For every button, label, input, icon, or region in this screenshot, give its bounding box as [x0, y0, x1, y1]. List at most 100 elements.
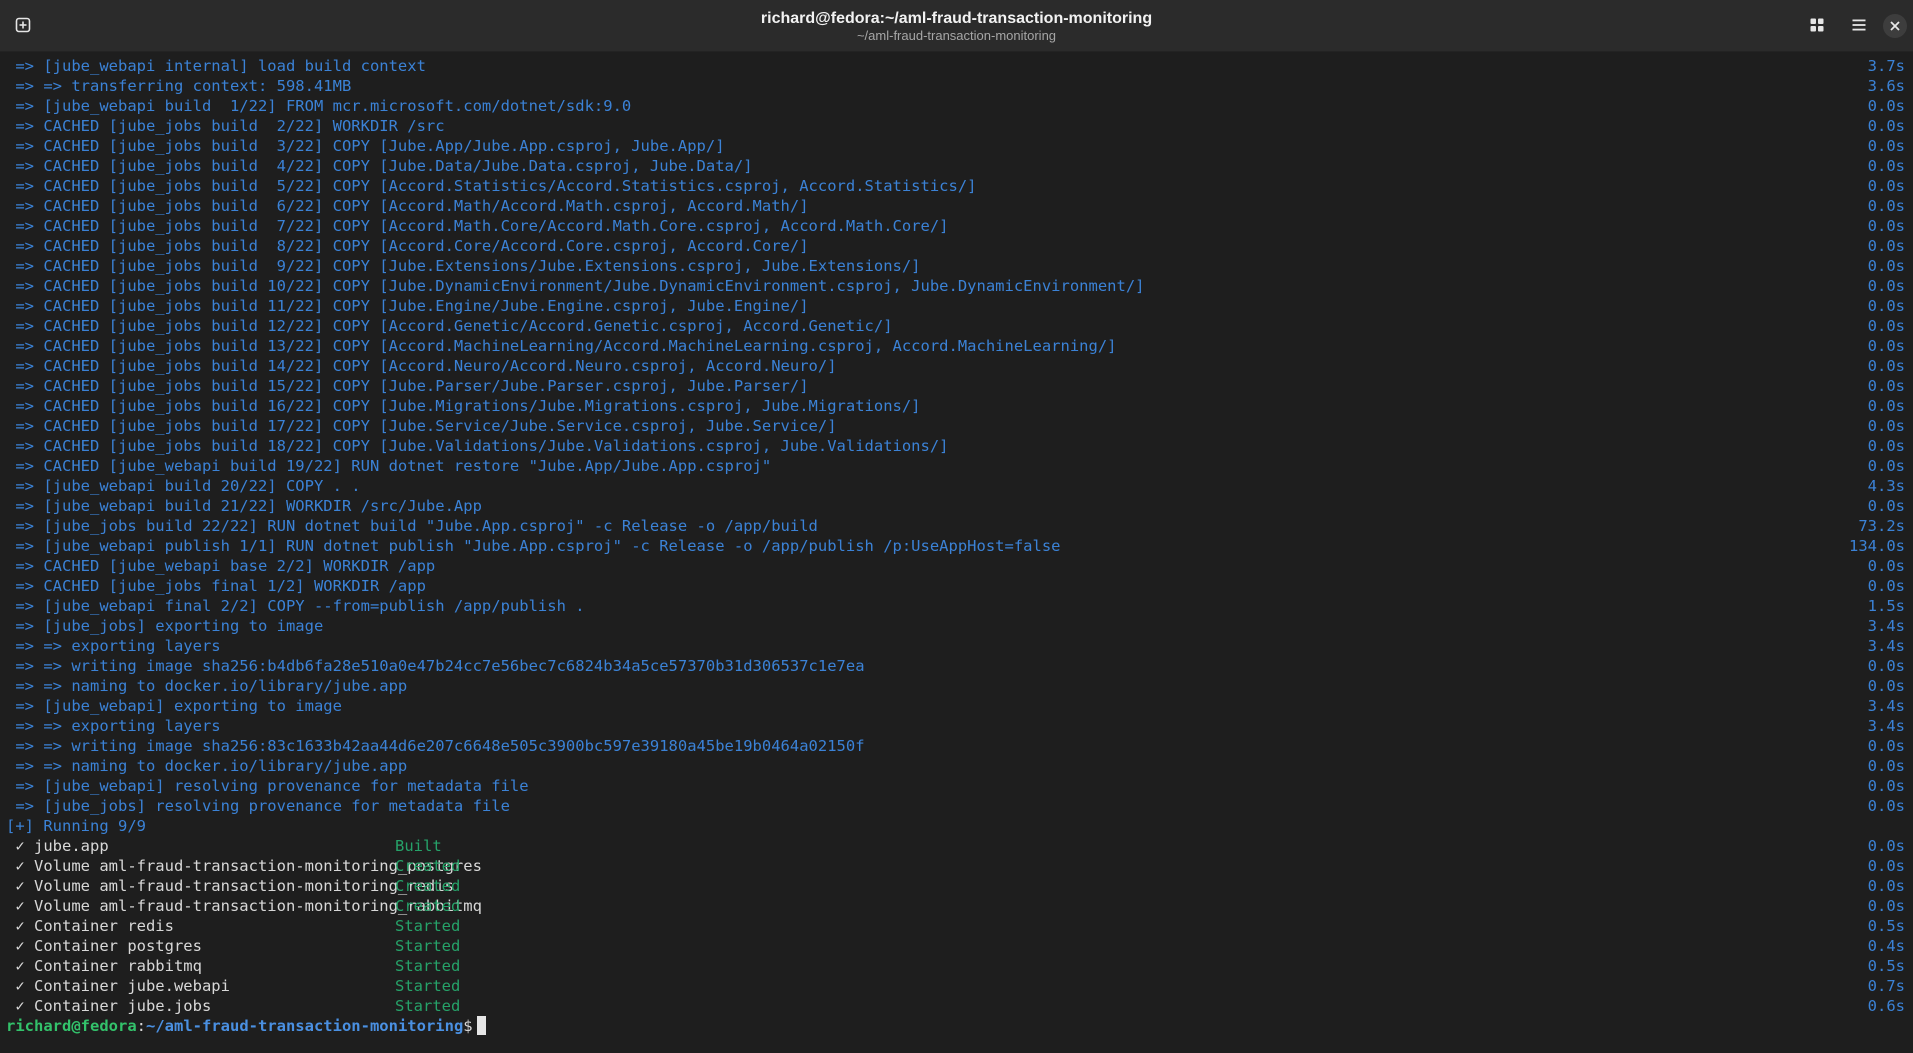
- window-titlebar: richard@fedora:~/aml-fraud-transaction-m…: [0, 0, 1913, 52]
- log-text: => [jube_webapi final 2/2] COPY --from=p…: [6, 597, 585, 615]
- log-duration: 0.0s: [1867, 437, 1905, 455]
- log-text: => CACHED [jube_jobs build 17/22] COPY […: [6, 417, 837, 435]
- log-duration: 1.5s: [1867, 597, 1905, 615]
- resource-duration: 0.0s: [1867, 897, 1905, 915]
- log-duration: 134.0s: [1849, 537, 1905, 555]
- build-log-line: => [jube_webapi internal] load build con…: [6, 56, 1905, 76]
- resource-status: Started: [395, 937, 461, 955]
- resource-name: ✓ Container jube.webapi: [6, 977, 230, 995]
- log-duration: 3.4s: [1867, 717, 1905, 735]
- build-log-line: => CACHED [jube_jobs build 2/22] WORKDIR…: [6, 116, 1905, 136]
- log-duration: 0.0s: [1867, 397, 1905, 415]
- resource-name: ✓ Container rabbitmq: [6, 957, 202, 975]
- log-duration: 0.0s: [1867, 317, 1905, 335]
- build-log-line: => [jube_jobs build 22/22] RUN dotnet bu…: [6, 516, 1905, 536]
- log-duration: 0.0s: [1867, 197, 1905, 215]
- build-log-line: => => exporting layers 3.4s: [6, 636, 1905, 656]
- log-duration: 0.0s: [1867, 177, 1905, 195]
- build-log-line: => CACHED [jube_jobs build 15/22] COPY […: [6, 376, 1905, 396]
- build-log-line: => CACHED [jube_jobs build 10/22] COPY […: [6, 276, 1905, 296]
- log-duration: 0.0s: [1867, 237, 1905, 255]
- log-text: => CACHED [jube_jobs build 5/22] COPY [A…: [6, 177, 977, 195]
- text-cursor: [476, 1016, 486, 1035]
- log-text: => CACHED [jube_jobs build 10/22] COPY […: [6, 277, 1145, 295]
- log-text: => CACHED [jube_jobs build 2/22] WORKDIR…: [6, 117, 445, 135]
- build-log-line: => => writing image sha256:b4db6fa28e510…: [6, 656, 1905, 676]
- prompt-symbol: $: [463, 1017, 473, 1035]
- close-button[interactable]: [1883, 14, 1907, 38]
- window-title-area: richard@fedora:~/aml-fraud-transaction-m…: [0, 9, 1913, 44]
- resource-name: ✓ Volume aml-fraud-transaction-monitorin…: [6, 877, 454, 895]
- resource-line: ✓ Container jube.jobs Started 0.6s: [6, 996, 1905, 1016]
- build-log-line: => [jube_webapi publish 1/1] RUN dotnet …: [6, 536, 1905, 556]
- resource-status: Started: [395, 957, 461, 975]
- log-text: => CACHED [jube_jobs build 14/22] COPY […: [6, 357, 837, 375]
- log-duration: 0.0s: [1867, 497, 1905, 515]
- log-duration: 0.0s: [1867, 297, 1905, 315]
- resource-duration: 0.0s: [1867, 837, 1905, 855]
- log-text: => => naming to docker.io/library/jube.a…: [6, 677, 408, 695]
- log-text: => => writing image sha256:83c1633b42aa4…: [6, 737, 865, 755]
- log-text: => CACHED [jube_jobs build 6/22] COPY [A…: [6, 197, 809, 215]
- terminal-output[interactable]: => [jube_webapi internal] load build con…: [0, 54, 1913, 1053]
- log-duration: 0.0s: [1867, 357, 1905, 375]
- log-text: => [jube_webapi build 1/22] FROM mcr.mic…: [6, 97, 632, 115]
- log-text: => CACHED [jube_jobs build 18/22] COPY […: [6, 437, 949, 455]
- log-text: => CACHED [jube_webapi base 2/2] WORKDIR…: [6, 557, 436, 575]
- resource-line: ✓ Container jube.webapi Started 0.7s: [6, 976, 1905, 996]
- build-log-line: => CACHED [jube_jobs build 4/22] COPY [J…: [6, 156, 1905, 176]
- log-duration: 0.0s: [1867, 777, 1905, 795]
- log-text: => CACHED [jube_jobs build 4/22] COPY [J…: [6, 157, 753, 175]
- build-log-line: => CACHED [jube_jobs final 1/2] WORKDIR …: [6, 576, 1905, 596]
- build-log-line: => CACHED [jube_jobs build 6/22] COPY [A…: [6, 196, 1905, 216]
- log-duration: 0.0s: [1867, 257, 1905, 275]
- log-duration: 0.0s: [1867, 137, 1905, 155]
- log-duration: 4.3s: [1867, 477, 1905, 495]
- running-header: [+] Running 9/9: [6, 817, 146, 835]
- resource-duration: 0.0s: [1867, 857, 1905, 875]
- build-log-line: => CACHED [jube_jobs build 8/22] COPY [A…: [6, 236, 1905, 256]
- resource-name: ✓ Container redis: [6, 917, 174, 935]
- log-text: => => naming to docker.io/library/jube.a…: [6, 757, 408, 775]
- resource-duration: 0.0s: [1867, 877, 1905, 895]
- log-text: => CACHED [jube_jobs build 3/22] COPY [J…: [6, 137, 725, 155]
- log-duration: 0.0s: [1867, 737, 1905, 755]
- log-duration: 0.0s: [1867, 157, 1905, 175]
- resource-duration: 0.7s: [1867, 977, 1905, 995]
- log-text: => [jube_webapi build 21/22] WORKDIR /sr…: [6, 497, 482, 515]
- hamburger-menu-icon: [1852, 19, 1866, 31]
- build-log-line: => [jube_webapi build 21/22] WORKDIR /sr…: [6, 496, 1905, 516]
- resource-status: Built: [395, 837, 442, 855]
- build-log-line: => => naming to docker.io/library/jube.a…: [6, 756, 1905, 776]
- log-text: => => exporting layers: [6, 637, 221, 655]
- log-duration: 3.4s: [1867, 697, 1905, 715]
- log-duration: 0.0s: [1867, 277, 1905, 295]
- log-duration: 0.0s: [1867, 757, 1905, 775]
- build-log-line: => CACHED [jube_jobs build 14/22] COPY […: [6, 356, 1905, 376]
- resource-line: ✓ Container redis Started 0.5s: [6, 916, 1905, 936]
- resource-line: ✓ Volume aml-fraud-transaction-monitorin…: [6, 876, 1905, 896]
- prompt-line[interactable]: richard@fedora:~/aml-fraud-transaction-m…: [6, 1016, 1905, 1036]
- log-text: => [jube_webapi internal] load build con…: [6, 57, 426, 75]
- log-duration: 0.0s: [1867, 457, 1905, 475]
- main-menu-button[interactable]: [1844, 10, 1874, 40]
- window-subtitle: ~/aml-fraud-transaction-monitoring: [856, 28, 1057, 43]
- window-title: richard@fedora:~/aml-fraud-transaction-m…: [760, 10, 1153, 27]
- view-toggle-button[interactable]: [1802, 10, 1832, 40]
- log-text: => CACHED [jube_jobs build 11/22] COPY […: [6, 297, 809, 315]
- build-log-line: => [jube_webapi build 20/22] COPY . . 4.3…: [6, 476, 1905, 496]
- log-duration: 0.0s: [1867, 337, 1905, 355]
- log-text: => => exporting layers: [6, 717, 221, 735]
- log-duration: 0.0s: [1867, 677, 1905, 695]
- build-log-line: => [jube_jobs] resolving provenance for …: [6, 796, 1905, 816]
- build-log-line: => CACHED [jube_jobs build 9/22] COPY [J…: [6, 256, 1905, 276]
- resource-name: ✓ jube.app: [6, 837, 109, 855]
- log-duration: 0.0s: [1867, 797, 1905, 815]
- resource-duration: 0.5s: [1867, 957, 1905, 975]
- build-log-line: => [jube_webapi] exporting to image 3.4s: [6, 696, 1905, 716]
- log-text: => CACHED [jube_jobs build 8/22] COPY [A…: [6, 237, 809, 255]
- log-text: => CACHED [jube_jobs build 16/22] COPY […: [6, 397, 921, 415]
- log-text: => [jube_webapi publish 1/1] RUN dotnet …: [6, 537, 1061, 555]
- resource-name: ✓ Container postgres: [6, 937, 202, 955]
- build-log-line: => [jube_webapi final 2/2] COPY --from=p…: [6, 596, 1905, 616]
